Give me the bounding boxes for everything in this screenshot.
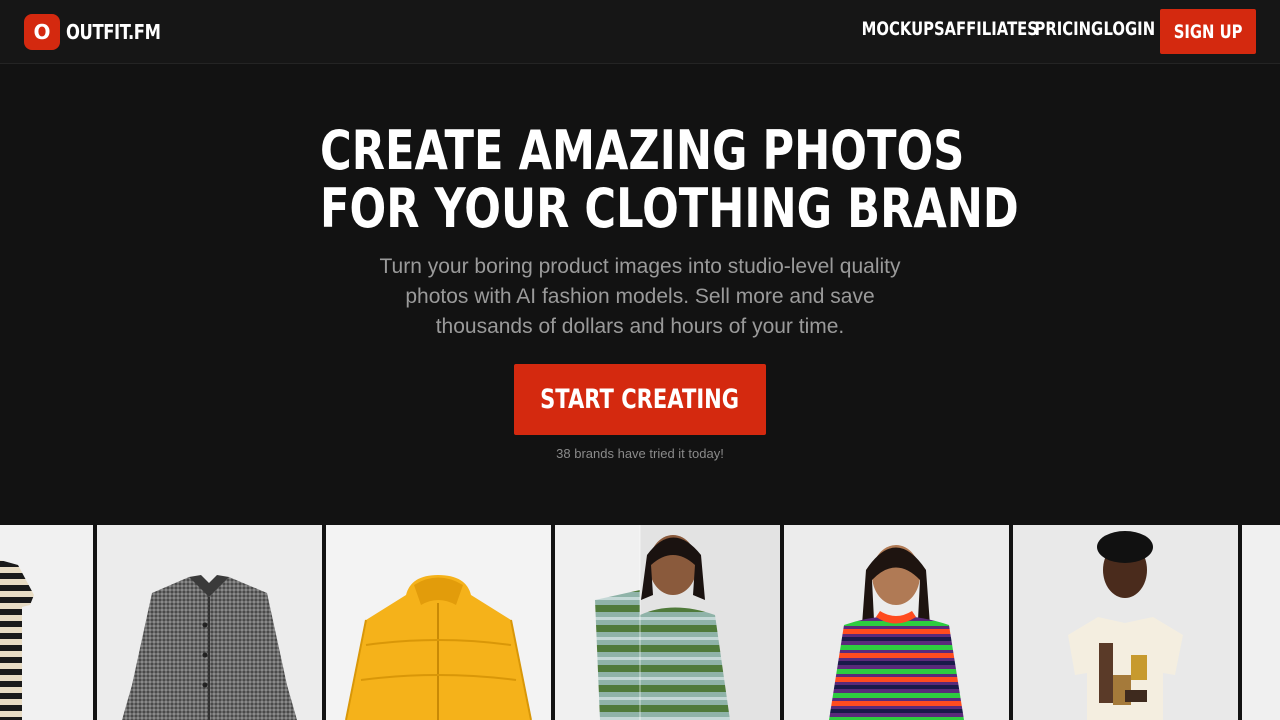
gray-jacket-image xyxy=(122,575,297,720)
hero-title-line-1: CREATE AMAZING PHOTOS xyxy=(320,119,965,182)
start-creating-label: START CREATING xyxy=(540,384,740,415)
logo-mark-icon: O xyxy=(24,14,60,50)
striped-dress-image xyxy=(0,560,34,720)
yellow-puffer-image xyxy=(345,575,532,720)
sign-up-label: SIGN UP xyxy=(1173,20,1243,43)
gallery-tile-yellow-puffer xyxy=(326,525,551,720)
striped-sweater-image xyxy=(829,545,964,720)
photo-gallery xyxy=(0,525,1280,720)
nav-link-login[interactable]: LOGIN xyxy=(1104,18,1156,40)
graphic-tee-image xyxy=(1068,531,1183,720)
gallery-tile-graphic-tee xyxy=(1013,525,1238,720)
sign-up-button[interactable]: SIGN UP xyxy=(1160,9,1256,54)
gallery-tile-gray-jacket xyxy=(97,525,322,720)
green-sweater-image xyxy=(595,525,780,720)
nav-link-pricing[interactable]: PRICING xyxy=(1034,18,1103,40)
nav-link-mockups[interactable]: MOCKUPS xyxy=(862,18,945,40)
logo-wordmark: OUTFIT.FM xyxy=(66,20,161,44)
gallery-tile-striped-dress xyxy=(0,525,93,720)
logo[interactable]: O OUTFIT.FM xyxy=(24,14,181,50)
gallery-tile-partial xyxy=(1242,525,1280,720)
social-proof-text: 38 brands have tried it today! xyxy=(556,446,724,461)
hero-subtitle: Turn your boring product images into stu… xyxy=(379,255,901,338)
start-creating-button[interactable]: START CREATING xyxy=(514,364,766,435)
gallery-tile-green-sweater xyxy=(555,525,780,720)
top-navbar: O OUTFIT.FM MOCKUPS AFFILIATES PRICING L… xyxy=(0,0,1280,64)
hero-title-line-2: FOR YOUR CLOTHING BRAND xyxy=(320,177,1019,240)
nav-link-affiliates[interactable]: AFFILIATES xyxy=(945,18,1038,40)
gallery-tile-striped-sweater xyxy=(784,525,1009,720)
hero-title: CREATE AMAZING PHOTOS FOR YOUR CLOTHING … xyxy=(240,122,1040,238)
